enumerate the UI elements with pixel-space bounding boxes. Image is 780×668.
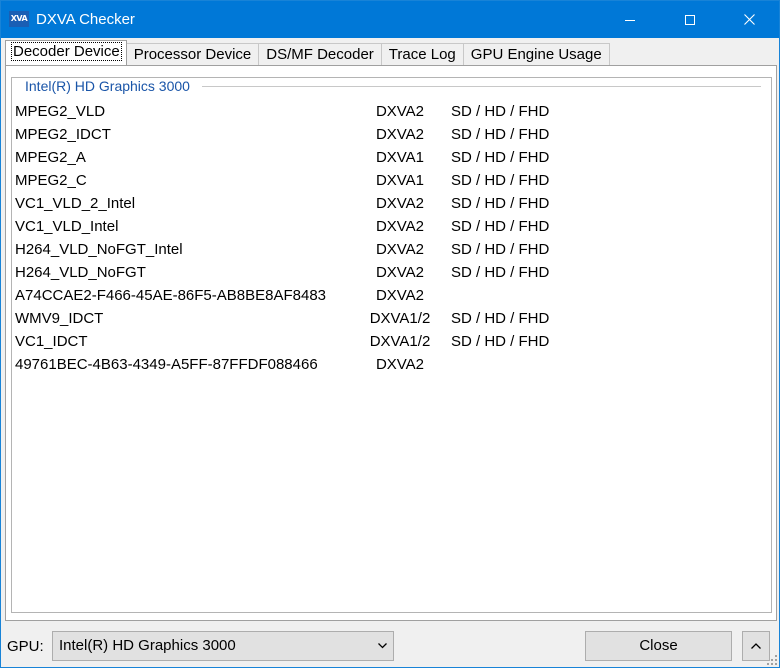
tab-trace-log[interactable]: Trace Log bbox=[380, 43, 464, 65]
tab-gpu-engine-usage[interactable]: GPU Engine Usage bbox=[462, 43, 610, 65]
decoder-api: DXVA1 bbox=[375, 149, 425, 166]
expand-up-button[interactable] bbox=[742, 631, 770, 661]
decoder-api: DXVA1/2 bbox=[369, 310, 431, 327]
decoder-resolutions: SD / HD / FHD bbox=[451, 310, 550, 327]
minimize-button[interactable] bbox=[607, 1, 653, 38]
groupbox-title-line bbox=[202, 86, 761, 87]
decoder-api: DXVA2 bbox=[375, 287, 425, 304]
decoder-api: DXVA2 bbox=[375, 126, 425, 143]
window-title: DXVA Checker bbox=[36, 11, 135, 28]
decoder-resolutions: SD / HD / FHD bbox=[451, 264, 550, 281]
close-window-button[interactable] bbox=[726, 1, 772, 38]
decoder-row: WMV9_IDCT DXVA1/2 SD / HD / FHD bbox=[15, 307, 755, 330]
resize-grip-icon[interactable] bbox=[767, 655, 777, 665]
decoder-api: DXVA1 bbox=[375, 172, 425, 189]
gpu-select-value: Intel(R) HD Graphics 3000 bbox=[59, 637, 236, 654]
decoder-name: 49761BEC-4B63-4349-A5FF-87FFDF088466 bbox=[15, 356, 318, 373]
bottom-bar: GPU: Intel(R) HD Graphics 3000 Close bbox=[1, 625, 779, 667]
maximize-button[interactable] bbox=[667, 1, 713, 38]
decoder-name: VC1_IDCT bbox=[15, 333, 88, 350]
tab-decoder-device[interactable]: Decoder Device bbox=[5, 40, 127, 65]
decoder-resolutions: SD / HD / FHD bbox=[451, 218, 550, 235]
decoder-row: VC1_IDCT DXVA1/2 SD / HD / FHD bbox=[15, 330, 755, 353]
decoder-api: DXVA2 bbox=[375, 195, 425, 212]
gpu-select[interactable]: Intel(R) HD Graphics 3000 bbox=[52, 631, 394, 661]
app-icon: XVA bbox=[9, 11, 29, 27]
tab-label: Decoder Device bbox=[11, 42, 122, 61]
decoder-row: 49761BEC-4B63-4349-A5FF-87FFDF088466 DXVA… bbox=[15, 353, 755, 376]
decoder-api: DXVA2 bbox=[375, 218, 425, 235]
decoder-name: MPEG2_VLD bbox=[15, 103, 106, 120]
close-button[interactable]: Close bbox=[585, 631, 732, 661]
decoder-row: VC1_VLD_Intel DXVA2 SD / HD / FHD bbox=[15, 215, 755, 238]
decoder-name: MPEG2_A bbox=[15, 149, 86, 166]
decoder-row: MPEG2_IDCT DXVA2 SD / HD / FHD bbox=[15, 123, 755, 146]
decoder-api: DXVA2 bbox=[375, 103, 425, 120]
decoder-name: MPEG2_IDCT bbox=[15, 126, 111, 143]
decoder-api: DXVA2 bbox=[375, 356, 425, 373]
chevron-down-icon bbox=[378, 643, 387, 649]
decoder-resolutions: SD / HD / FHD bbox=[451, 241, 550, 258]
decoder-api: DXVA2 bbox=[375, 264, 425, 281]
decoder-list: MPEG2_VLD DXVA2 SD / HD / FHD MPEG2_IDCT DXV… bbox=[15, 100, 755, 376]
decoder-row: MPEG2_C DXVA1 SD / HD / FHD bbox=[15, 169, 755, 192]
decoder-row: H264_VLD_NoFGT_Intel DXVA2 SD / HD / FHD bbox=[15, 238, 755, 261]
groupbox-title: Intel(R) HD Graphics 3000 bbox=[20, 78, 194, 94]
decoder-name: VC1_VLD_Intel bbox=[15, 218, 119, 235]
minimize-icon bbox=[625, 19, 635, 21]
decoder-row: A74CCAE2-F466-45AE-86F5-AB8BE8AF8483 DXVA… bbox=[15, 284, 755, 307]
gpu-label: GPU: bbox=[7, 638, 44, 655]
decoder-name: H264_VLD_NoFGT_Intel bbox=[15, 241, 183, 258]
decoder-row: VC1_VLD_2_Intel DXVA2 SD / HD / FHD bbox=[15, 192, 755, 215]
decoder-row: MPEG2_VLD DXVA2 SD / HD / FHD bbox=[15, 100, 755, 123]
title-bar[interactable]: XVA DXVA Checker bbox=[1, 1, 779, 38]
decoder-resolutions: SD / HD / FHD bbox=[451, 126, 550, 143]
decoder-api: DXVA2 bbox=[375, 241, 425, 258]
decoder-name: WMV9_IDCT bbox=[15, 310, 104, 327]
decoder-name: MPEG2_C bbox=[15, 172, 87, 189]
maximize-icon bbox=[685, 14, 695, 25]
decoder-name: A74CCAE2-F466-45AE-86F5-AB8BE8AF8483 bbox=[15, 287, 327, 304]
decoder-api: DXVA1/2 bbox=[369, 333, 431, 350]
decoder-row: H264_VLD_NoFGT DXVA2 SD / HD / FHD bbox=[15, 261, 755, 284]
tab-ds-mf-decoder[interactable]: DS/MF Decoder bbox=[258, 43, 382, 65]
chevron-up-icon bbox=[751, 643, 761, 649]
decoder-resolutions: SD / HD / FHD bbox=[451, 103, 550, 120]
decoder-name: H264_VLD_NoFGT bbox=[15, 264, 146, 281]
tab-strip: Decoder Device Processor Device DS/MF De… bbox=[5, 40, 610, 65]
decoder-name: VC1_VLD_2_Intel bbox=[15, 195, 136, 212]
app-window: XVA DXVA Checker Decoder Device Processo… bbox=[0, 0, 780, 668]
close-icon bbox=[743, 14, 755, 25]
tab-processor-device[interactable]: Processor Device bbox=[125, 43, 260, 65]
decoder-resolutions: SD / HD / FHD bbox=[451, 333, 550, 350]
decoder-resolutions: SD / HD / FHD bbox=[451, 195, 550, 212]
decoder-row: MPEG2_A DXVA1 SD / HD / FHD bbox=[15, 146, 755, 169]
decoder-resolutions: SD / HD / FHD bbox=[451, 172, 550, 189]
decoder-resolutions: SD / HD / FHD bbox=[451, 149, 550, 166]
